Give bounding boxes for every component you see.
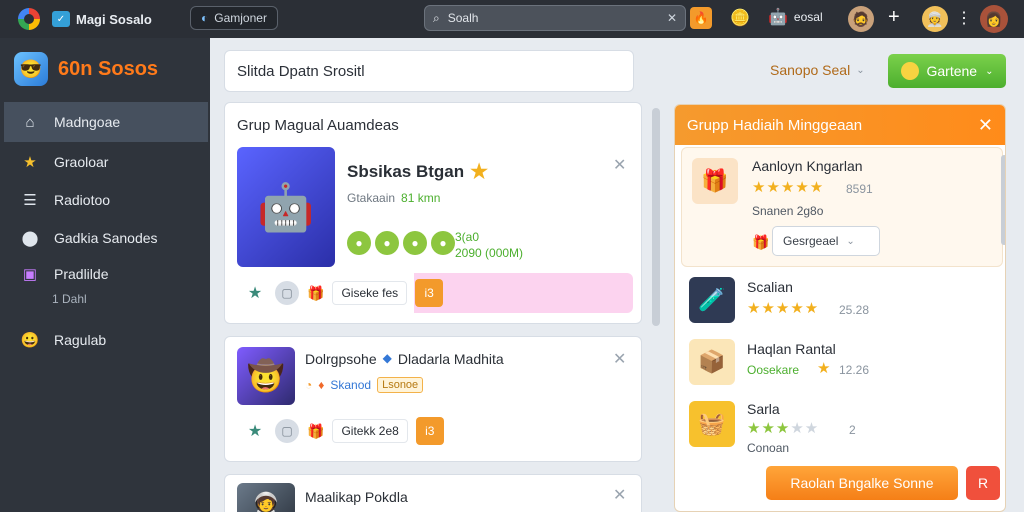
profile-chip[interactable]: 🤖 eosal [768,7,823,27]
home-icon: ⌂ [25,113,35,131]
chat-icon[interactable]: ▢ [275,281,299,305]
dot-icon: ● [431,231,455,255]
red-action-button[interactable]: R [966,466,1000,500]
user-avatar[interactable]: 👩 [980,5,1008,33]
action-strip: ★ ▢ 🎁 Giseke fes i3 [235,273,633,313]
list-icon: ☰ [23,192,37,209]
brand[interactable]: 😎 60n Sosos [14,52,158,86]
tag-label: Giseke fes [332,281,408,305]
gift-icon: 🎁 [752,234,770,250]
coin-icon [900,62,919,80]
star-icon: ★ [817,360,831,377]
game-art-racer[interactable]: 🧑‍🚀 [237,483,295,512]
location-icon: ⬤ [21,230,39,247]
tab-icon: ◐ [201,11,209,25]
game-card-2[interactable]: 🤠 ✕ Dolrgpsohe ◆ Dladarla Madhita ◔ ♦ Sk… [224,336,642,462]
sidebar-item-location[interactable]: ⬤ Gadkia Sanodes [4,218,208,258]
app-title: ✓ Magi Sosalo [52,11,152,27]
bucket-icon: 🧺 [689,401,735,447]
game-art-knight[interactable]: 🤖 [237,147,335,267]
claim-rewards-button[interactable]: Raolan Bngalke Sonne [766,466,958,500]
game-button[interactable]: Gartene ⌄ [888,54,1006,88]
clear-icon[interactable]: ✕ [667,11,677,25]
google-logo-icon[interactable] [18,8,40,30]
sidebar-item-home[interactable]: ⌂ Madngoae [4,102,208,142]
sidebar-item-sub: 1 Dahl [52,292,87,306]
dot-icon: ● [375,231,399,255]
game-list: Grup Magual Auamdeas 🤖 ✕ Sbsikas Btgan ★… [224,102,660,512]
emoji-icon: 😀 [20,332,40,349]
chest-icon: 📦 [689,339,735,385]
trophy-icon: ♦ [318,378,325,392]
potion-icon: 🧪 [689,277,735,323]
game-art-explorer[interactable]: 🤠 [237,347,295,405]
sidebar-item-list[interactable]: ☰ Radiotoo [4,180,208,220]
dot-icon: ● [403,231,427,255]
avatar[interactable]: 🧔 [848,6,874,32]
game-stats: 3(a0 2090 (000M) [455,230,524,260]
pin-icon[interactable]: ★ [243,281,267,305]
gamepad-icon: ▣ [22,266,38,283]
plus-icon[interactable]: + [888,6,900,29]
gift-icon: 🎁 [307,422,325,439]
search-input[interactable]: ⌕ Soalh ✕ [424,5,686,31]
top-bar: ✓ Magi Sosalo ◐ Gamjoner ⌕ Soalh ✕ 🔥 🪙 🤖… [0,0,1024,38]
tab-pill[interactable]: ◐ Gamjoner [190,6,278,30]
app-icon: ✓ [52,11,70,27]
scrollbar[interactable] [1001,155,1005,245]
treasure-icon: 🎁 [692,158,738,204]
star-icon: ★ [470,161,489,183]
pin-icon[interactable]: ★ [243,419,267,443]
sidebar-item-favorites[interactable]: ★ Graoloar [4,142,208,182]
game-meta: ◔ ♦ Skanod Lsonoe [305,377,424,393]
play-button[interactable]: i3 [415,279,444,307]
gauge-icon: ◔ [305,378,313,392]
flame-button[interactable]: 🔥 [690,7,712,29]
chevron-down-icon: ⌄ [856,64,865,76]
pin-icon: ◆ [382,351,392,365]
sidebar: 😎 60n Sosos ⌂ Madngoae ★ Graoloar ☰ Radi… [0,38,210,512]
chat-icon[interactable]: ▢ [275,419,299,443]
panel-header: Grupp Hadiaih Minggeaan [675,105,1005,145]
weekly-rewards-panel: Grupp Hadiaih Minggeaan ✕ 🎁 Aanloyn Knga… [674,104,1006,512]
progress-dots: ● ● ● ● [347,231,455,255]
avatar-2[interactable]: 👳 [922,6,948,32]
page-title: Slitda Dpatn Srositl [224,50,634,92]
game-title: Sbsikas Btgan ★ [347,161,489,183]
sidebar-item-games[interactable]: ▣ Pradlilde [4,254,208,294]
reward-featured[interactable]: 🎁 Aanloyn Kngarlan ★★★★★ 8591 Snanen 2g8… [681,147,1003,267]
action-strip: ★ ▢ 🎁 Gitekk 2e8 i3 [235,411,633,451]
game-title: Dolrgpsohe ◆ Dladarla Madhita [305,351,504,367]
more-icon[interactable]: ⋮ [956,8,972,28]
close-icon[interactable]: ✕ [613,349,626,369]
star-icon: ★ [23,154,37,171]
close-icon[interactable]: ✕ [613,485,626,505]
brand-logo-icon: 😎 [14,52,48,86]
star-rating: ★★★★★ [752,179,825,196]
search-icon: ⌕ [433,10,440,25]
filter-dropdown[interactable]: Sanopo Seal ⌄ [770,62,865,78]
gift-icon: 🎁 [307,284,325,301]
sidebar-item-emoji[interactable]: 😀 Ragulab [4,320,208,360]
game-card-1[interactable]: Grup Magual Auamdeas 🤖 ✕ Sbsikas Btgan ★… [224,102,642,324]
reward-select[interactable]: Gesrgeael ⌄ [772,226,880,256]
coins-icon[interactable]: 🪙 [730,8,750,28]
tag-label: Gitekk 2e8 [332,419,408,443]
group-title: Grup Magual Auamdeas [237,117,399,134]
dot-icon: ● [347,231,371,255]
close-icon[interactable]: ✕ [613,155,626,175]
game-title: Maalikap Pokdla [305,489,408,505]
game-card-3[interactable]: 🧑‍🚀 ✕ Maalikap Pokdla [224,474,642,512]
star-rating: ★★★★★ [747,420,820,437]
chevron-down-icon: ⌄ [846,235,855,247]
close-icon[interactable]: ✕ [978,115,993,136]
star-rating: ★★★★★ [747,300,820,317]
badge: Lsonoe [377,377,424,393]
chevron-down-icon: ⌄ [985,65,994,77]
game-subtitle: Gtakaain 81 kmn [347,191,441,205]
flame-icon: 🔥 [690,7,712,29]
scrollbar[interactable] [652,108,660,326]
play-button[interactable]: i3 [415,417,444,445]
controller-icon: 🤖 [768,9,788,26]
